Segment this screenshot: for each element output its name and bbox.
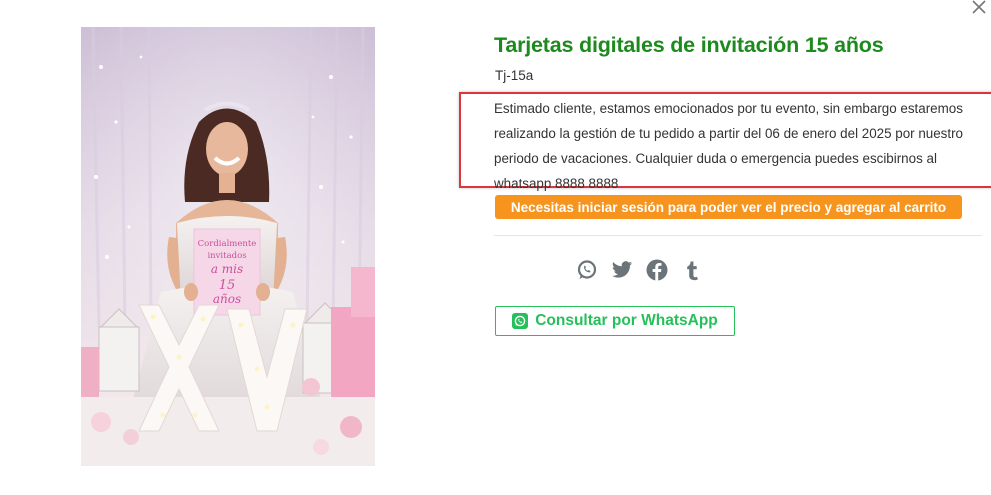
product-title: Tarjetas digitales de invitación 15 años (494, 33, 884, 57)
twitter-share-link[interactable] (611, 259, 633, 281)
whatsapp-consult-label: Consultar por WhatsApp (535, 312, 718, 329)
facebook-share-link[interactable] (646, 259, 668, 281)
whatsapp-share-link[interactable] (576, 259, 598, 281)
facebook-icon (646, 259, 668, 281)
close-button[interactable] (968, 0, 990, 18)
share-icons (576, 258, 703, 282)
product-sku: Tj-15a (495, 68, 534, 83)
twitter-icon (611, 261, 633, 278)
card-text-line4: 15 (219, 278, 236, 293)
whatsapp-icon (577, 260, 597, 279)
vacation-notice: Estimado cliente, estamos emocionados po… (494, 101, 964, 191)
divider (494, 235, 982, 236)
card-text-line1: Cordialmente (198, 239, 257, 249)
whatsapp-icon (512, 313, 529, 329)
close-icon (972, 0, 986, 14)
card-text-line5: años (213, 292, 241, 306)
tumblr-share-link[interactable] (681, 259, 703, 281)
tumblr-icon (687, 261, 698, 281)
product-image: Cordialmente invitados a mis 15 años (81, 27, 375, 466)
card-text-line3: a mis (211, 262, 243, 276)
login-to-view-price-button[interactable]: Necesitas iniciar sesión para poder ver … (495, 195, 962, 219)
card-text-line2: invitados (207, 251, 246, 261)
whatsapp-consult-button[interactable]: Consultar por WhatsApp (495, 306, 735, 336)
